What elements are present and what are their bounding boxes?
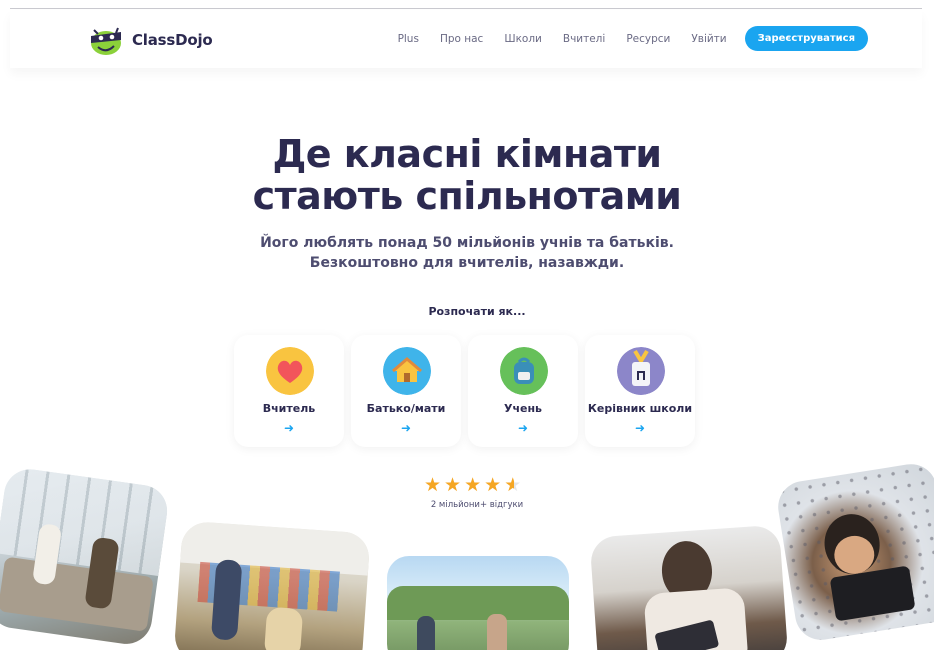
brand-name: ClassDojo	[132, 31, 213, 49]
photo-school-outdoors	[387, 556, 569, 650]
dojo-monster-icon	[91, 27, 121, 55]
signup-button[interactable]: Зареєструватися	[744, 26, 868, 51]
role-label-parent: Батько/мати	[366, 402, 446, 415]
site-header: ClassDojo Plus Про нас Школи Вчителі Рес…	[10, 10, 922, 68]
nav-link-about[interactable]: Про нас	[440, 33, 483, 45]
nav-link-plus[interactable]: Plus	[398, 33, 419, 45]
main-nav: Plus Про нас Школи Вчителі Ресурси Увійт…	[377, 26, 868, 51]
arrow-right-icon: ➜	[400, 421, 412, 435]
role-card-parent[interactable]: Батько/мати ➜	[351, 335, 461, 447]
hero-subtitle: Його люблять понад 50 мільйонів учнів та…	[0, 233, 934, 273]
photo-boy-tablet	[774, 460, 934, 644]
house-icon	[383, 347, 431, 395]
rating-stars: ★ ★ ★ ★ ★	[424, 474, 524, 496]
top-border-line	[10, 8, 922, 9]
nav-link-resources[interactable]: Ресурси	[626, 33, 670, 45]
half-star-icon: ★	[504, 474, 522, 496]
classdojo-logo[interactable]: ClassDojo	[88, 24, 213, 56]
hero-title: Де класні кімнати стають спільнотами	[0, 133, 934, 217]
heart-icon	[266, 347, 314, 395]
role-card-teacher[interactable]: Вчитель ➜	[234, 335, 344, 447]
role-label-teacher: Вчитель	[262, 402, 316, 415]
start-as-label: Розпочати як...	[428, 305, 526, 318]
arrow-right-icon: ➜	[283, 421, 295, 435]
backpack-icon	[500, 347, 548, 395]
badge-icon	[617, 347, 665, 395]
hero-title-line-1: Де класні кімнати	[272, 132, 662, 176]
nav-link-schools[interactable]: Школи	[504, 33, 542, 45]
star-icon: ★	[424, 474, 442, 496]
photo-classroom	[173, 520, 371, 650]
photo-family-on-couch	[0, 466, 171, 648]
arrow-right-icon: ➜	[634, 421, 646, 435]
hero-subtitle-line-2: Безкоштовно для вчителів, назавжди.	[309, 255, 625, 271]
role-label-school-leader: Керівник школи	[587, 402, 693, 415]
star-icon: ★	[444, 474, 462, 496]
role-card-school-leader[interactable]: Керівник школи ➜	[585, 335, 695, 447]
photo-mother-child-tablet	[589, 524, 789, 650]
star-icon: ★	[464, 474, 482, 496]
nav-link-login[interactable]: Увійти	[691, 33, 726, 45]
hero-title-line-2: стають спільнотами	[252, 174, 682, 218]
arrow-right-icon: ➜	[517, 421, 529, 435]
hero-subtitle-line-1: Його люблять понад 50 мільйонів учнів та…	[260, 235, 674, 251]
role-label-student: Учень	[503, 402, 543, 415]
nav-link-teachers[interactable]: Вчителі	[563, 33, 605, 45]
star-icon: ★	[484, 474, 502, 496]
role-cards: Вчитель ➜ Батько/мати ➜ Учень ➜ Керівник…	[234, 335, 702, 447]
role-card-student[interactable]: Учень ➜	[468, 335, 578, 447]
